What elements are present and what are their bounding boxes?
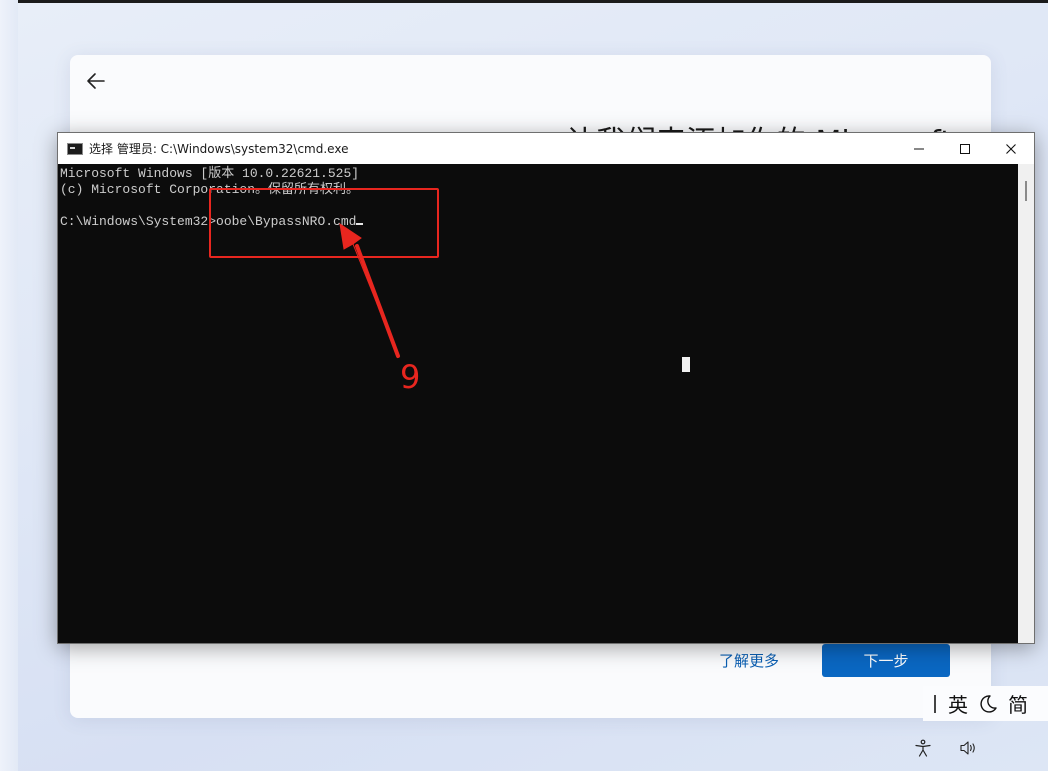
system-tray bbox=[912, 737, 980, 759]
moon-icon[interactable] bbox=[978, 694, 998, 714]
cmd-window: 选择 管理员: C:\Windows\system32\cmd.exe Micr… bbox=[57, 132, 1035, 644]
left-frame bbox=[0, 0, 18, 771]
ime-drag-handle[interactable] bbox=[934, 694, 936, 713]
top-frame bbox=[0, 0, 1048, 3]
annotation-highlight-box bbox=[209, 188, 439, 258]
back-arrow-icon[interactable] bbox=[84, 69, 108, 93]
ime-mode-toggle[interactable]: 简 bbox=[1008, 689, 1028, 718]
cmd-titlebar[interactable]: 选择 管理员: C:\Windows\system32\cmd.exe bbox=[58, 133, 1034, 164]
console-line: Microsoft Windows [版本 10.0.22621.525] bbox=[60, 166, 360, 181]
scrollbar[interactable] bbox=[1018, 164, 1034, 643]
annotation-step-number: 9 bbox=[400, 358, 421, 396]
cmd-app-icon bbox=[67, 142, 83, 155]
learn-more-link[interactable]: 了解更多 bbox=[719, 650, 779, 671]
console-prompt-line: C:\Windows\System32>oobe\BypassNRO.cmd bbox=[60, 214, 1018, 230]
accessibility-icon[interactable] bbox=[912, 737, 934, 759]
block-cursor bbox=[682, 357, 690, 372]
ime-toolbar: 英 简 bbox=[923, 686, 1048, 721]
console-line: (c) Microsoft Corporation。保留所有权利。 bbox=[60, 182, 360, 197]
next-button[interactable]: 下一步 bbox=[822, 644, 950, 677]
scroll-thumb[interactable] bbox=[1025, 181, 1027, 201]
volume-icon[interactable] bbox=[958, 737, 980, 759]
window-controls bbox=[896, 133, 1034, 164]
minimize-icon[interactable] bbox=[896, 133, 942, 164]
ime-language-toggle[interactable]: 英 bbox=[948, 689, 968, 718]
cmd-window-title: 选择 管理员: C:\Windows\system32\cmd.exe bbox=[89, 142, 349, 156]
console-output[interactable]: Microsoft Windows [版本 10.0.22621.525] (c)… bbox=[58, 164, 1018, 643]
maximize-icon[interactable] bbox=[942, 133, 988, 164]
close-icon[interactable] bbox=[988, 133, 1034, 164]
